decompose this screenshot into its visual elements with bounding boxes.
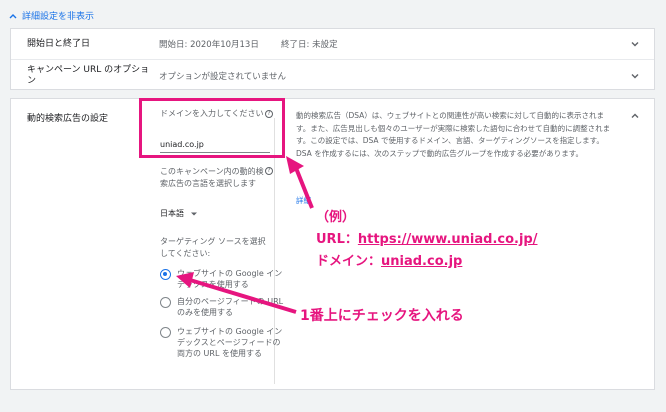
annotation-domain-value: uniad.co.jp (381, 254, 463, 269)
language-select[interactable]: 日本語 (160, 208, 198, 219)
start-end-date-row[interactable]: 開始日と終了日 開始日: 2020年10月13日 終了日: 未設定 (11, 29, 654, 60)
annotation-url-value: https://www.uniad.co.jp/ (357, 232, 538, 247)
dsa-settings-label: 動的検索広告の設定 (27, 114, 109, 124)
settings-card: 開始日と終了日 開始日: 2020年10月13日 終了日: 未設定 キャンペーン… (10, 28, 655, 90)
chevron-up-icon[interactable] (630, 111, 640, 121)
end-date-value: 終了日: 未設定 (281, 40, 338, 50)
start-date-value: 開始日: 2020年10月13日 (159, 40, 259, 50)
campaign-url-options-row[interactable]: キャンペーン URL のオプション オプションが設定されていません (11, 60, 654, 91)
radio-icon[interactable] (160, 297, 171, 308)
targeting-source-question: ターゲティング ソースを選択してください: (160, 237, 266, 258)
option-label: ウェブサイトの Google インデックスとページフィードの両方の URL を使… (177, 327, 283, 358)
annotation-check-note: 1番上にチェックを入れる (300, 308, 464, 324)
annotation-domain: ドメイン：uniad.co.jp (316, 250, 462, 269)
chevron-down-icon[interactable] (630, 39, 640, 49)
hide-advanced-label: 詳細設定を非表示 (22, 12, 95, 22)
radio-selected-icon[interactable] (160, 269, 171, 280)
highlight-box (139, 98, 285, 158)
campaign-url-options-value: オプションが設定されていません (159, 71, 286, 82)
language-question: このキャンペーン内の動的検索広告の言語を選択します (160, 167, 264, 188)
language-value: 日本語 (160, 209, 184, 218)
annotation-domain-prefix: ドメイン： (316, 254, 382, 269)
start-end-date-label: 開始日と終了日 (27, 38, 91, 49)
annotation-url-prefix: URL： (316, 232, 358, 247)
learn-more-link[interactable]: 詳細 (296, 195, 311, 206)
targeting-option-page-feed[interactable]: 自分のページフィードの URL のみを使用する (160, 296, 287, 318)
dropdown-arrow-icon (191, 212, 197, 215)
hide-advanced-toggle[interactable]: 詳細設定を非表示 (8, 9, 94, 22)
radio-icon[interactable] (160, 327, 171, 338)
campaign-url-options-label: キャンペーン URL のオプション (27, 64, 150, 86)
option-label: 自分のページフィードの URL のみを使用する (177, 297, 284, 317)
help-icon[interactable]: ? (265, 167, 273, 175)
chevron-down-icon[interactable] (630, 71, 640, 81)
annotation-example: （例） (316, 210, 356, 225)
chevron-up-icon (9, 13, 17, 18)
annotation-url: URL：https://www.uniad.co.jp/ (316, 228, 538, 247)
targeting-option-google-index[interactable]: ウェブサイトの Google インデックスを使用する (160, 268, 287, 290)
option-label: ウェブサイトの Google インデックスを使用する (177, 269, 283, 289)
targeting-option-both[interactable]: ウェブサイトの Google インデックスとページフィードの両方の URL を使… (160, 326, 287, 359)
dsa-description: 動的検索広告（DSA）は、ウェブサイトとの関連性が高い検索に対して自動的に表示さ… (296, 111, 611, 158)
